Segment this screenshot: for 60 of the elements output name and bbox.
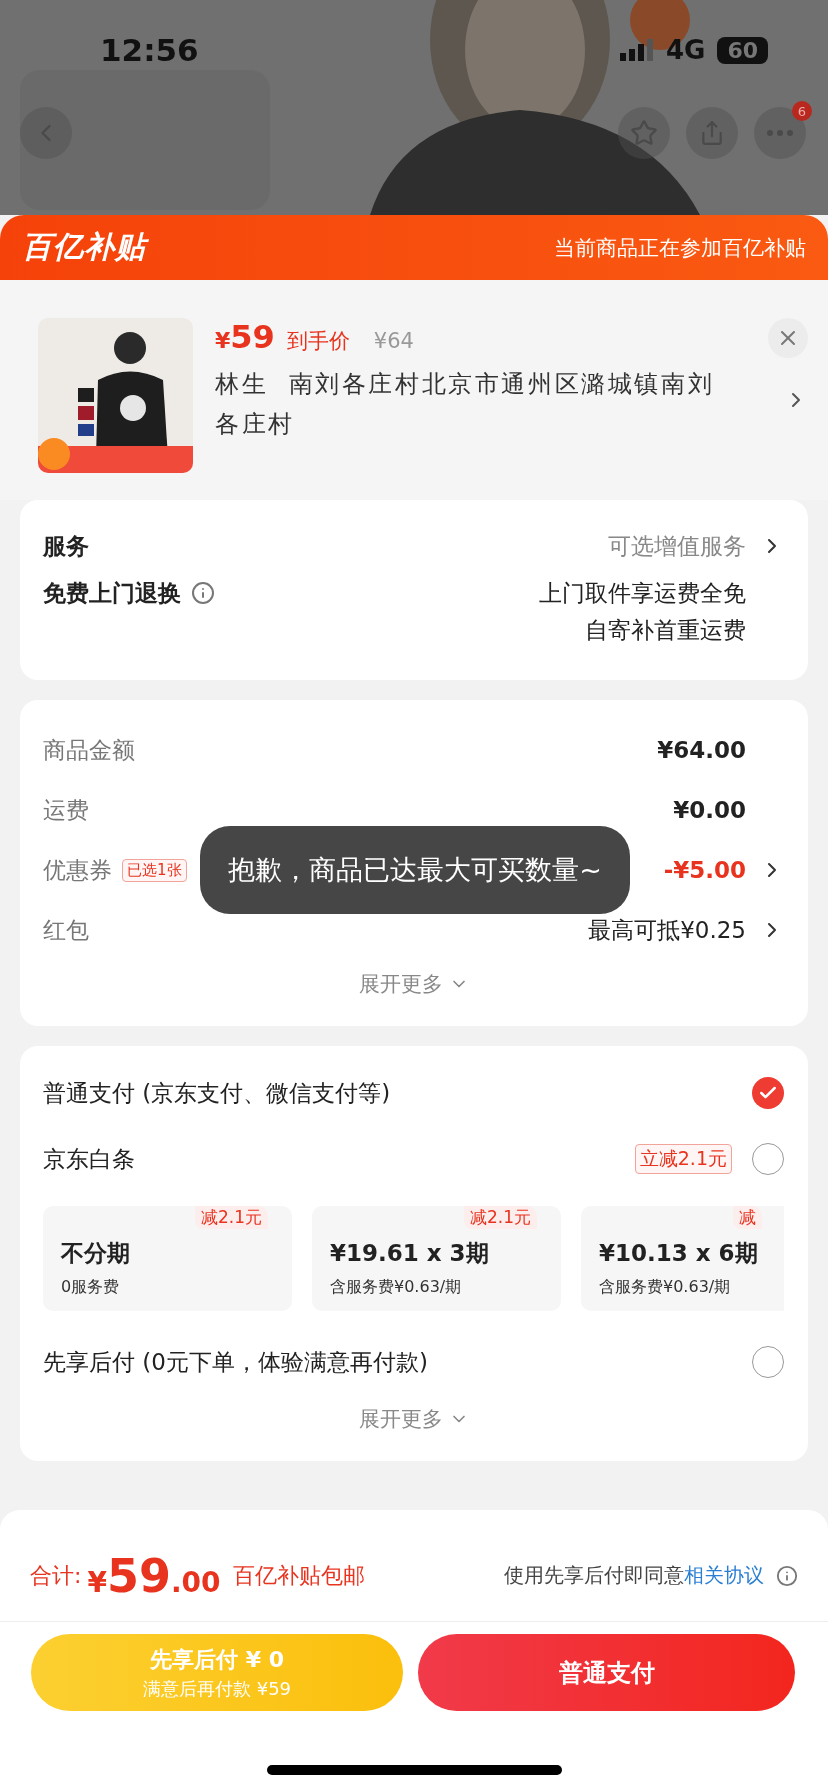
coupon-tag: 已选1张 — [122, 858, 187, 882]
fee-value[interactable]: 最高可抵¥0.25 — [588, 914, 746, 946]
installment-discount: 减2.1元 — [195, 1206, 269, 1229]
total-price: ¥59.00 — [87, 1548, 221, 1603]
installment-option[interactable]: 减2.1元 ¥19.61 x 3期 含服务费¥0.63/期 — [312, 1206, 561, 1311]
final-price: ¥59 — [215, 318, 275, 356]
favorite-button[interactable] — [618, 107, 670, 159]
close-button[interactable] — [768, 318, 808, 358]
fee-value[interactable]: -¥5.00 — [663, 857, 746, 883]
installment-fee: 含服务费¥0.63/期 — [599, 1277, 732, 1298]
signal-icon — [619, 39, 654, 61]
services-value[interactable]: 可选增值服务 — [608, 530, 746, 562]
installment-title: 不分期 — [61, 1239, 131, 1268]
payment-radio[interactable] — [752, 1143, 784, 1175]
banner-note: 当前商品正在参加百亿补贴 — [554, 234, 806, 262]
fee-value: ¥64.00 — [657, 737, 746, 763]
installment-title: ¥19.61 x 3期 — [330, 1239, 490, 1268]
expand-more-button[interactable]: 展开更多 — [348, 960, 479, 1008]
free-return-note: 自寄补首重运费 — [585, 616, 746, 645]
agreement-link[interactable]: 相关协议 — [684, 1563, 764, 1587]
discount-tag: 立减2.1元 — [634, 1144, 732, 1174]
installment-discount: 减 — [733, 1206, 762, 1229]
status-time: 12:56 — [100, 32, 199, 68]
fee-label: 优惠券 — [43, 855, 112, 885]
back-button[interactable] — [20, 107, 72, 159]
installment-fee: 含服务费¥0.63/期 — [330, 1277, 463, 1298]
pay-button[interactable]: 普通支付 — [418, 1634, 795, 1711]
fee-label: 红包 — [43, 915, 89, 945]
total-label: 合计: — [30, 1561, 82, 1590]
free-return-label: 免费上门退换 — [43, 579, 181, 608]
agreement-text: 使用先享后付即同意相关协议 — [504, 1562, 764, 1589]
payment-option-label: 京东白条 — [43, 1144, 135, 1174]
fee-label: 运费 — [43, 795, 89, 825]
payment-option-label: 普通支付 (京东支付、微信支付等) — [43, 1078, 391, 1108]
star-icon — [630, 119, 658, 147]
fee-value: ¥0.00 — [673, 797, 746, 823]
installment-discount: 减2.1元 — [464, 1206, 538, 1229]
free-return-note: 上门取件享运费全免 — [539, 579, 746, 608]
battery-level: 60 — [717, 36, 768, 64]
shipping-address[interactable]: 林生 南刘各庄村北京市通州区潞城镇南刘各庄村 — [215, 364, 726, 444]
share-button[interactable] — [686, 107, 738, 159]
services-title: 服务 — [43, 531, 89, 561]
more-button[interactable] — [754, 107, 806, 159]
installment-fee: 0服务费 — [61, 1277, 121, 1298]
fee-label: 商品金额 — [43, 735, 135, 765]
info-icon[interactable] — [776, 1564, 798, 1587]
price-label: 到手价 — [286, 328, 350, 355]
toast-message: 抱歉，商品已达最大可买数量~ — [200, 826, 630, 914]
payment-radio[interactable] — [752, 1077, 784, 1109]
original-price: ¥64 — [373, 329, 414, 353]
payment-option-label: 先享后付 (0元下单，体验满意再付款) — [43, 1347, 428, 1377]
expand-more-button[interactable]: 展开更多 — [348, 1395, 479, 1443]
payment-radio[interactable] — [752, 1346, 784, 1378]
share-icon — [699, 120, 725, 146]
shipping-note: 百亿补贴包邮 — [232, 1561, 365, 1590]
installment-option[interactable]: 减2.1元 不分期 0服务费 — [43, 1206, 292, 1311]
info-icon[interactable] — [191, 581, 215, 605]
network-label: 4G — [665, 35, 706, 65]
installment-option[interactable]: 减 ¥10.13 x 6期 含服务费¥0.63/期 — [581, 1206, 784, 1311]
installment-title: ¥10.13 x 6期 — [599, 1239, 759, 1268]
